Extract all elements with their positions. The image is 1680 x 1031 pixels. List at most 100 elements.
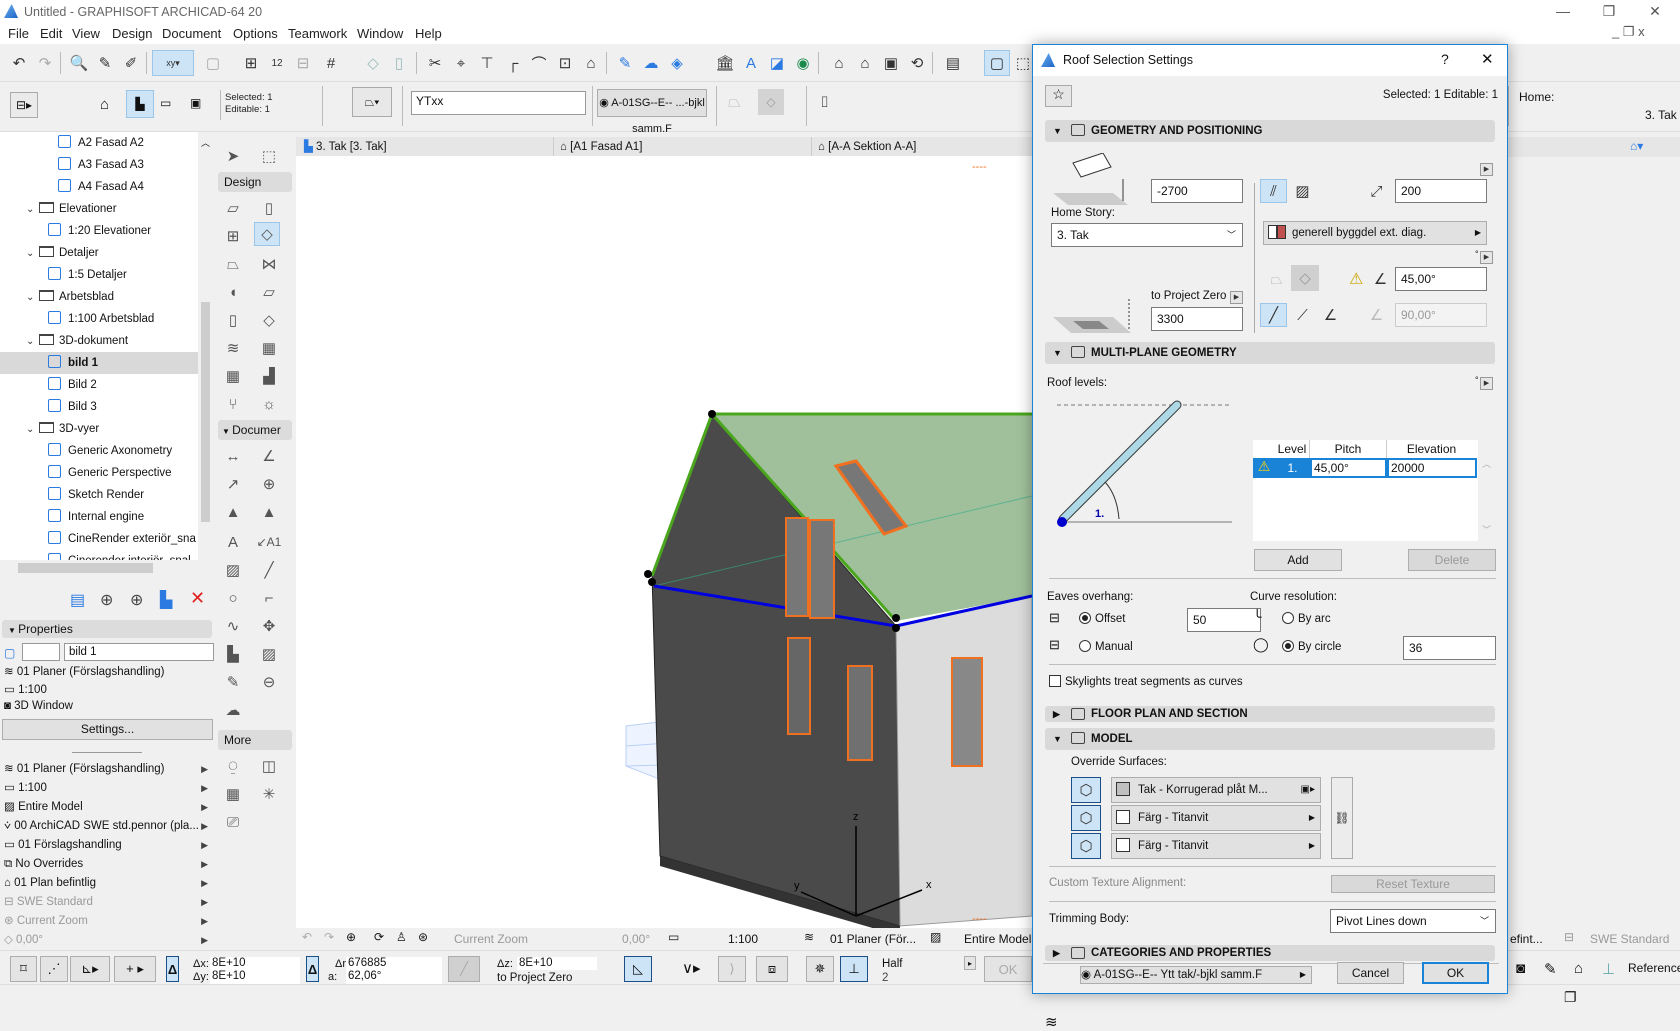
slab2-tool-icon[interactable]: ◇: [256, 308, 282, 332]
window-icon[interactable]: ▣: [878, 50, 904, 76]
menu-file[interactable]: File: [8, 26, 29, 41]
structure-selector[interactable]: Entire Model: [964, 932, 1031, 946]
rotation-value[interactable]: 0,00°: [622, 932, 650, 946]
view-name-field[interactable]: bild 1: [64, 643, 214, 661]
z-reference-selector[interactable]: to Project Zero: [497, 972, 572, 984]
navigator-item[interactable]: Sketch Render: [0, 484, 200, 506]
level-dimension-tool-icon[interactable]: ⊕: [256, 472, 282, 496]
tab-elevation[interactable]: ⌂ [A1 Fasad A1]: [554, 137, 812, 157]
more-group-header[interactable]: More: [218, 730, 292, 750]
go-down-story-icon[interactable]: ⌂: [852, 50, 878, 76]
document-group-header[interactable]: ▼ Documer: [218, 420, 292, 440]
skylights-checkbox[interactable]: Skylights treat segments as curves: [1049, 675, 1243, 688]
view-setting-row[interactable]: ⧉ No Overrides ▶: [4, 855, 214, 873]
elevation-dimension-tool-icon[interactable]: ▲: [220, 500, 246, 524]
by-arc-radio[interactable]: By arc: [1282, 612, 1331, 625]
roof-pyramid-icon[interactable]: ◇: [758, 89, 784, 115]
settings-button[interactable]: Settings...: [2, 719, 213, 740]
layout-icon[interactable]: ▭: [160, 96, 171, 110]
snap-point-icon[interactable]: ⌑: [10, 956, 37, 982]
grid-icon[interactable]: #: [318, 50, 344, 76]
ok-button[interactable]: OK: [1422, 962, 1489, 984]
zoom-forward-icon[interactable]: ↷: [324, 930, 334, 944]
ruler-icon[interactable]: 12: [264, 50, 290, 76]
detail-tool-icon[interactable]: ☁: [220, 698, 246, 722]
view-setting-row[interactable]: ⩒ 00 ArchiCAD SWE std.pennor (pla... ▶: [4, 817, 214, 835]
angle-unit-menu[interactable]: ▶: [1480, 251, 1493, 264]
table-scroll-up[interactable]: ︿: [1482, 457, 1491, 470]
inject-parameters-icon[interactable]: ✐: [118, 50, 144, 76]
snap-mode-icon[interactable]: + ▸: [114, 956, 156, 982]
view-setting-row[interactable]: ≋ 01 Planer (Förslagshandling) ▶: [4, 760, 214, 778]
navigator-item[interactable]: 1:5 Detaljer: [0, 264, 200, 286]
floor-plan-view-icon[interactable]: ▙: [126, 90, 154, 118]
coord-ok-button[interactable]: OK: [984, 956, 1032, 982]
navigator-hscrollbar[interactable]: [0, 560, 212, 576]
eaves-overhang-field[interactable]: 50: [1187, 608, 1261, 632]
object-tool-icon[interactable]: ⑂: [220, 392, 246, 416]
view-id-field[interactable]: [22, 643, 60, 661]
navigator-item[interactable]: 1:20 Elevationer: [0, 220, 200, 242]
lamp-tool-icon[interactable]: ☼: [256, 392, 282, 416]
tab-menu-icon[interactable]: ⌂▾: [1630, 139, 1643, 153]
chevron-down-icon[interactable]: ⌄: [26, 199, 36, 221]
sun-icon[interactable]: ◇: [360, 50, 386, 76]
door-tool-icon[interactable]: ▯: [256, 196, 282, 220]
menu-teamwork[interactable]: Teamwork: [288, 26, 347, 41]
doc-window-controls[interactable]: _ ❐ x: [1612, 24, 1645, 40]
curve-resolution-field[interactable]: 36: [1403, 636, 1496, 660]
zoom-fit-icon[interactable]: ⊛: [418, 930, 428, 944]
roof-levels-menu[interactable]: ▶: [1480, 377, 1493, 390]
menu-help[interactable]: Help: [415, 26, 442, 41]
trimming-body-select[interactable]: Pivot Lines down ﹀: [1330, 909, 1496, 933]
properties-header[interactable]: ▼ Properties: [2, 620, 212, 638]
camera-icon[interactable]: ◙: [1516, 960, 1525, 977]
view-setting-row[interactable]: ◇ 0,00° ▶: [4, 931, 214, 949]
change-marker-tool-icon[interactable]: ✎: [220, 670, 246, 694]
navigator-folder[interactable]: ⌄ 3D-vyer: [0, 418, 200, 440]
navigator-item[interactable]: A3 Fasad A3: [0, 154, 200, 176]
view-setting-row[interactable]: ▨ Entire Model ▶: [4, 798, 214, 816]
trace-icon[interactable]: ⊥: [1602, 960, 1615, 978]
menu-design[interactable]: Design: [112, 26, 152, 41]
navigator-item[interactable]: Internal engine: [0, 506, 200, 528]
zoom-back-icon[interactable]: ↶: [302, 930, 312, 944]
home-icon[interactable]: ⌂: [578, 50, 604, 76]
eaves-offset-radio[interactable]: Offset: [1079, 612, 1125, 625]
favorites-button[interactable]: ☆: [1045, 85, 1072, 107]
pitch-field[interactable]: 45,00°: [1395, 267, 1487, 291]
skylight-tool-icon[interactable]: ◖: [220, 280, 246, 304]
dialog-layer-selector[interactable]: ◉ A-01SG--E-- Ytt tak/-bjkl samm.F ▶: [1080, 966, 1312, 984]
figure-tool-icon[interactable]: ▨: [256, 642, 282, 666]
layer-selector[interactable]: ◉ A-01SG--E-- ...-bjkl samm.F: [597, 89, 707, 135]
magic-wand-icon[interactable]: ✵: [806, 956, 834, 982]
globe-icon[interactable]: ◉: [790, 50, 816, 76]
level-marker-tool-icon[interactable]: ▲: [256, 500, 282, 524]
perspective-icon[interactable]: ▢: [984, 50, 1010, 76]
edit-icon[interactable]: ✎: [1544, 960, 1557, 978]
section-marker-tool-icon[interactable]: ⊖: [256, 670, 282, 694]
hotspot-tool-icon[interactable]: ✥: [256, 614, 282, 638]
delta-z-field[interactable]: 8E+10: [517, 957, 597, 970]
navigator-item[interactable]: bild 1: [0, 352, 200, 374]
navigator-item[interactable]: Generic Axonometry: [0, 440, 200, 462]
plane-icon[interactable]: ▯: [386, 50, 412, 76]
menu-options[interactable]: Options: [233, 26, 278, 41]
surface-selector[interactable]: Färg - Titanvit ▶: [1111, 805, 1321, 831]
library-icon[interactable]: 🏛: [712, 50, 738, 76]
multiplane-section-header[interactable]: ▼ MULTI-PLANE GEOMETRY: [1045, 342, 1495, 364]
chevron-down-icon[interactable]: ⌄: [26, 331, 36, 353]
cancel-button[interactable]: Cancel: [1337, 962, 1404, 984]
chain-link-icon[interactable]: ⛓: [1331, 777, 1353, 859]
snap-grid-icon[interactable]: ⋰: [40, 956, 68, 982]
snap-options-icon[interactable]: ▸: [964, 956, 976, 970]
minimize-button[interactable]: —: [1540, 0, 1586, 24]
scale-selector[interactable]: 1:100: [728, 932, 758, 946]
view-setting-row[interactable]: ⌂ 01 Plan befintlig ▶: [4, 874, 214, 892]
publisher-icon[interactable]: ▣: [190, 96, 201, 110]
column-elevation[interactable]: Elevation: [1387, 440, 1476, 458]
coordinate-origin-icon[interactable]: ⊾▸: [70, 956, 110, 982]
elevate-icon[interactable]: ⊤: [474, 50, 500, 76]
trim-icon[interactable]: ✂: [422, 50, 448, 76]
label-tool-icon[interactable]: ↙A1: [256, 530, 282, 554]
